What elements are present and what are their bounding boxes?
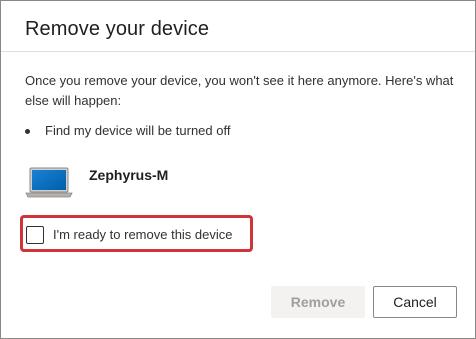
- ready-to-remove-label[interactable]: I'm ready to remove this device: [53, 227, 233, 242]
- title-divider: [1, 51, 475, 52]
- laptop-icon: [25, 167, 73, 199]
- cancel-button[interactable]: Cancel: [373, 286, 457, 318]
- device-name: Zephyrus-M: [89, 167, 169, 183]
- device-info: Zephyrus-M: [25, 163, 325, 203]
- remove-button[interactable]: Remove: [271, 286, 365, 318]
- bullet-text: Find my device will be turned off: [45, 123, 231, 138]
- dialog-title: Remove your device: [25, 18, 210, 40]
- remove-device-dialog: Remove your device Once you remove your …: [0, 0, 476, 339]
- bullet-icon: [25, 129, 30, 134]
- ready-to-remove-checkbox[interactable]: [26, 226, 44, 244]
- dialog-description: Once you remove your device, you won't s…: [25, 73, 454, 108]
